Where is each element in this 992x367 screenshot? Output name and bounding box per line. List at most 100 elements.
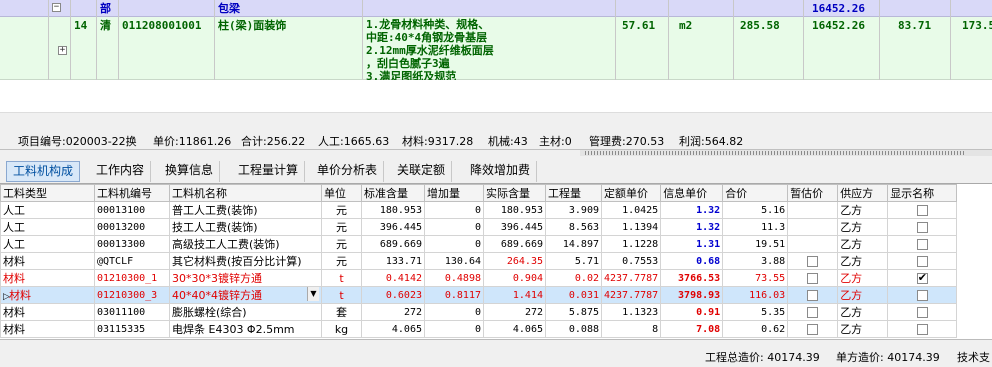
cell-actual[interactable]: 4.065 bbox=[483, 320, 546, 338]
estimate-checkbox[interactable] bbox=[807, 256, 819, 267]
cell-info-price[interactable]: 3766.53 bbox=[660, 269, 724, 287]
cell-type[interactable]: 材料 bbox=[0, 320, 95, 338]
cell-unit[interactable]: t bbox=[321, 269, 362, 287]
cell-std[interactable]: 689.669 bbox=[361, 235, 425, 253]
cell-estimate[interactable] bbox=[787, 201, 839, 219]
tab-quantity-calc[interactable]: 工程量计算 bbox=[232, 161, 306, 182]
cell-actual[interactable]: 396.445 bbox=[483, 218, 546, 236]
col-header[interactable]: 暂估价 bbox=[787, 184, 839, 202]
cell-add[interactable]: 0 bbox=[424, 320, 484, 338]
cell-code[interactable]: 00013100 bbox=[94, 201, 170, 219]
table-row[interactable]: 人工 00013300 高级技工人工费(装饰) 元 689.669 0 689.669 14.… bbox=[0, 235, 958, 253]
cell-info-price[interactable]: 3798.93 bbox=[660, 286, 724, 304]
cell-name[interactable]: ▼ 40*40*4镀锌方通 bbox=[169, 286, 322, 304]
col-header[interactable]: 标准含量 bbox=[361, 184, 425, 202]
cell-unit[interactable]: kg bbox=[321, 320, 362, 338]
show-name-checkbox[interactable] bbox=[916, 271, 928, 284]
cell-estimate[interactable] bbox=[787, 252, 839, 270]
cell-total[interactable]: 5.35 bbox=[722, 303, 789, 321]
cell-actual[interactable]: 272 bbox=[483, 303, 546, 321]
cell-std[interactable]: 0.6023 bbox=[361, 286, 425, 304]
cell-total[interactable]: 3.88 bbox=[722, 252, 789, 270]
show-name-checkbox[interactable] bbox=[916, 307, 928, 318]
show-name-checkbox[interactable] bbox=[916, 256, 928, 267]
cell-unit[interactable]: 元 bbox=[321, 201, 362, 219]
cell-unit[interactable]: 元 bbox=[321, 218, 362, 236]
cell-supplier[interactable]: 乙方 bbox=[837, 252, 889, 270]
cell-show-name[interactable] bbox=[887, 286, 958, 304]
cell-type[interactable]: 材料 bbox=[0, 303, 95, 321]
cell-total[interactable]: 19.51 bbox=[722, 235, 789, 253]
cell-info-price[interactable]: 7.08 bbox=[660, 320, 724, 338]
cell-code[interactable]: 03115335 bbox=[94, 320, 170, 338]
col-header[interactable]: 工料类型 bbox=[0, 184, 95, 202]
boq-item-row[interactable]: + 14 清 011208001001 柱(梁)面装饰 1.龙骨材料种类、规格、… bbox=[0, 17, 992, 83]
cell-type[interactable]: 人工 bbox=[0, 201, 95, 219]
col-header[interactable]: 合价 bbox=[722, 184, 789, 202]
cell-quota-price[interactable]: 0.7553 bbox=[600, 252, 662, 270]
cell-total[interactable]: 11.3 bbox=[722, 218, 789, 236]
tab-resource-composition[interactable]: 工料机构成 bbox=[6, 161, 81, 182]
cell-qty[interactable]: 0.088 bbox=[545, 320, 602, 338]
table-row[interactable]: 人工 00013100 普工人工费(装饰) 元 180.953 0 180.953 3.909… bbox=[0, 201, 958, 219]
cell-total[interactable]: 116.03 bbox=[722, 286, 789, 304]
tab-related-quota[interactable]: 关联定额 bbox=[391, 161, 453, 182]
cell-add[interactable]: 0 bbox=[424, 218, 484, 236]
estimate-checkbox[interactable] bbox=[807, 307, 819, 318]
cell-quota-price[interactable]: 4237.7787 bbox=[600, 269, 662, 287]
table-row[interactable]: ▷材料 01210300_3 ▼ 40*40*4镀锌方通 t 0.6023 0.8117 1.… bbox=[0, 286, 958, 304]
cell-type[interactable]: 人工 bbox=[0, 235, 95, 253]
cell-qty[interactable]: 5.71 bbox=[545, 252, 602, 270]
cell-name[interactable]: 30*30*3镀锌方通 bbox=[169, 269, 322, 287]
cell-show-name[interactable] bbox=[887, 320, 958, 338]
estimate-checkbox[interactable] bbox=[807, 324, 819, 335]
cell-estimate[interactable] bbox=[787, 218, 839, 236]
table-row[interactable]: 材料 03115335 电焊条 E4303 Φ2.5mm kg 4.065 0 4.065 0… bbox=[0, 320, 958, 338]
cell-code[interactable]: @QTCLF bbox=[94, 252, 170, 270]
cell-show-name[interactable] bbox=[887, 252, 958, 270]
cell-supplier[interactable]: 乙方 bbox=[837, 269, 889, 287]
horizontal-scrollbar[interactable] bbox=[0, 112, 992, 129]
cell-std[interactable]: 0.4142 bbox=[361, 269, 425, 287]
cell-info-price[interactable]: 0.68 bbox=[660, 252, 724, 270]
cell-code[interactable]: 01210300_3 bbox=[94, 286, 170, 304]
cell-code[interactable]: 03011100 bbox=[94, 303, 170, 321]
show-name-checkbox[interactable] bbox=[916, 290, 928, 301]
cell-info-price[interactable]: 1.32 bbox=[660, 218, 724, 236]
expand-icon[interactable]: + bbox=[58, 46, 67, 55]
cell-total[interactable]: 5.16 bbox=[722, 201, 789, 219]
cell-info-price[interactable]: 1.31 bbox=[660, 235, 724, 253]
cell-qty[interactable]: 3.909 bbox=[545, 201, 602, 219]
cell-quota-price[interactable]: 1.1228 bbox=[600, 235, 662, 253]
show-name-checkbox[interactable] bbox=[916, 205, 928, 216]
collapse-icon[interactable]: − bbox=[52, 3, 61, 12]
cell-actual[interactable]: 1.414 bbox=[483, 286, 546, 304]
cell-actual[interactable]: 264.35 bbox=[483, 252, 546, 270]
cell-qty[interactable]: 14.897 bbox=[545, 235, 602, 253]
col-header[interactable]: 增加量 bbox=[424, 184, 484, 202]
cell-estimate[interactable] bbox=[787, 235, 839, 253]
cell-unit[interactable]: 元 bbox=[321, 235, 362, 253]
cell-show-name[interactable] bbox=[887, 218, 958, 236]
cell-total[interactable]: 0.62 bbox=[722, 320, 789, 338]
cell-add[interactable]: 0.4898 bbox=[424, 269, 484, 287]
tab-work-content[interactable]: 工作内容 bbox=[90, 161, 152, 182]
cell-supplier[interactable]: 乙方 bbox=[837, 235, 889, 253]
cell-type[interactable]: ▷材料 bbox=[0, 286, 95, 304]
cell-std[interactable]: 396.445 bbox=[361, 218, 425, 236]
cell-unit[interactable]: 元 bbox=[321, 252, 362, 270]
estimate-checkbox[interactable] bbox=[807, 273, 819, 284]
cell-actual[interactable]: 689.669 bbox=[483, 235, 546, 253]
cell-actual[interactable]: 0.904 bbox=[483, 269, 546, 287]
cell-std[interactable]: 133.71 bbox=[361, 252, 425, 270]
col-header[interactable]: 工料机编号 bbox=[94, 184, 170, 202]
cell-show-name[interactable] bbox=[887, 269, 958, 287]
tab-price-analysis[interactable]: 单价分析表 bbox=[311, 161, 385, 182]
section-row[interactable]: − 部 包梁 16452.26 bbox=[0, 0, 992, 17]
col-header[interactable]: 信息单价 bbox=[660, 184, 724, 202]
cell-qty[interactable]: 8.563 bbox=[545, 218, 602, 236]
cell-info-price[interactable]: 1.32 bbox=[660, 201, 724, 219]
cell-total[interactable]: 73.55 bbox=[722, 269, 789, 287]
cell-name[interactable]: 高级技工人工费(装饰) bbox=[169, 235, 322, 253]
cell-show-name[interactable] bbox=[887, 235, 958, 253]
